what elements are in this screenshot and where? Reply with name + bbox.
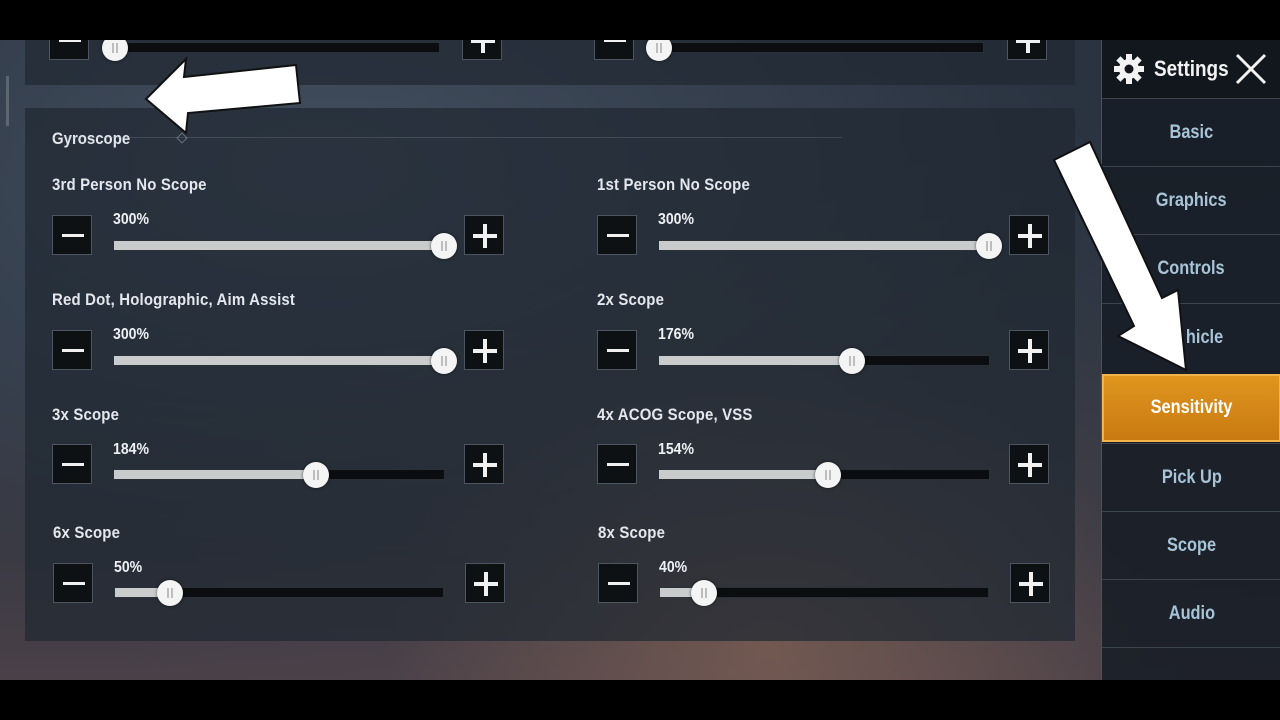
increase-button[interactable] (462, 40, 502, 60)
setting-value: 300% (113, 326, 150, 343)
increase-button[interactable] (464, 444, 504, 484)
decrease-button[interactable] (52, 215, 92, 255)
decrease-button[interactable] (597, 330, 637, 370)
increase-button[interactable] (1010, 563, 1050, 603)
decrease-button[interactable] (52, 330, 92, 370)
gear-icon (1114, 54, 1144, 84)
slider-track[interactable] (102, 40, 440, 61)
slider-knob[interactable] (303, 461, 330, 488)
slider-track[interactable] (659, 579, 989, 606)
decrease-button[interactable] (597, 444, 637, 484)
slider-track[interactable] (658, 347, 990, 374)
tab-sensitivity[interactable]: Sensitivity (1102, 374, 1280, 442)
slider-track[interactable] (658, 461, 990, 488)
increase-button[interactable] (1009, 215, 1049, 255)
scrollbar[interactable] (6, 76, 9, 126)
slider-knob[interactable] (976, 232, 1002, 259)
tab-label: Scope (1166, 534, 1217, 556)
slider-fill (659, 356, 853, 365)
slider-knob[interactable] (431, 232, 457, 259)
tab-label: Pick Up (1161, 466, 1222, 488)
settings-header: Settings (1102, 40, 1280, 98)
setting-value: 184% (113, 441, 150, 458)
decrease-button[interactable] (49, 40, 89, 60)
slider-fill (114, 470, 317, 479)
setting-value: 300% (113, 211, 150, 228)
decrease-button[interactable] (52, 444, 92, 484)
setting-label: 3rd Person No Scope (52, 175, 207, 194)
slider-fill (659, 470, 829, 479)
setting-value: 40% (659, 559, 688, 576)
close-icon[interactable] (1234, 52, 1268, 86)
setting-label: 4x ACOG Scope, VSS (597, 405, 753, 424)
slider-knob[interactable] (431, 347, 457, 374)
slider-knob[interactable] (690, 579, 717, 606)
setting-label: 1st Person No Scope (597, 175, 750, 194)
tab-audio[interactable]: Audio (1102, 579, 1280, 647)
section-title: Gyroscope (52, 129, 131, 148)
increase-button[interactable] (464, 215, 504, 255)
setting-label: 6x Scope (53, 523, 121, 542)
annotation-arrow-down-icon (1052, 140, 1188, 372)
slider-track[interactable] (646, 40, 984, 61)
slider-track[interactable] (113, 232, 457, 259)
slider-track[interactable] (113, 347, 457, 374)
decrease-button[interactable] (598, 563, 638, 603)
tab-label: Sensitivity (1150, 397, 1233, 418)
setting-value: 300% (658, 211, 695, 228)
setting-label: 3x Scope (52, 405, 120, 424)
decrease-button[interactable] (594, 40, 634, 60)
slider-track[interactable] (113, 461, 445, 488)
tab-pick-up[interactable]: Pick Up (1102, 443, 1280, 511)
increase-button[interactable] (464, 330, 504, 370)
tab-more[interactable] (1102, 647, 1280, 680)
increase-button[interactable] (1009, 330, 1049, 370)
setting-value: 176% (658, 326, 695, 343)
tab-label: Audio (1168, 602, 1215, 624)
settings-title: Settings (1154, 56, 1229, 81)
increase-button[interactable] (1007, 40, 1047, 60)
slider-fill (114, 241, 444, 250)
increase-button[interactable] (465, 563, 505, 603)
decrease-button[interactable] (53, 563, 93, 603)
slider-track[interactable] (114, 579, 444, 606)
increase-button[interactable] (1009, 444, 1049, 484)
slider-fill (659, 241, 989, 250)
setting-label: Red Dot, Holographic, Aim Assist (52, 290, 296, 309)
annotation-arrow-left-icon (144, 56, 302, 135)
slider-fill (114, 356, 444, 365)
setting-label: 8x Scope (598, 523, 666, 542)
slider-track[interactable] (658, 232, 1002, 259)
tab-scope[interactable]: Scope (1102, 511, 1280, 579)
setting-value: 154% (658, 441, 695, 458)
slider-knob[interactable] (156, 579, 183, 606)
settings-screen: Gyroscope 3rd Person No Scope 300% 1st P… (0, 40, 1280, 680)
slider-knob[interactable] (815, 461, 842, 488)
slider-knob[interactable] (839, 347, 866, 374)
setting-value: 50% (114, 559, 143, 576)
decrease-button[interactable] (597, 215, 637, 255)
setting-label: 2x Scope (597, 290, 665, 309)
